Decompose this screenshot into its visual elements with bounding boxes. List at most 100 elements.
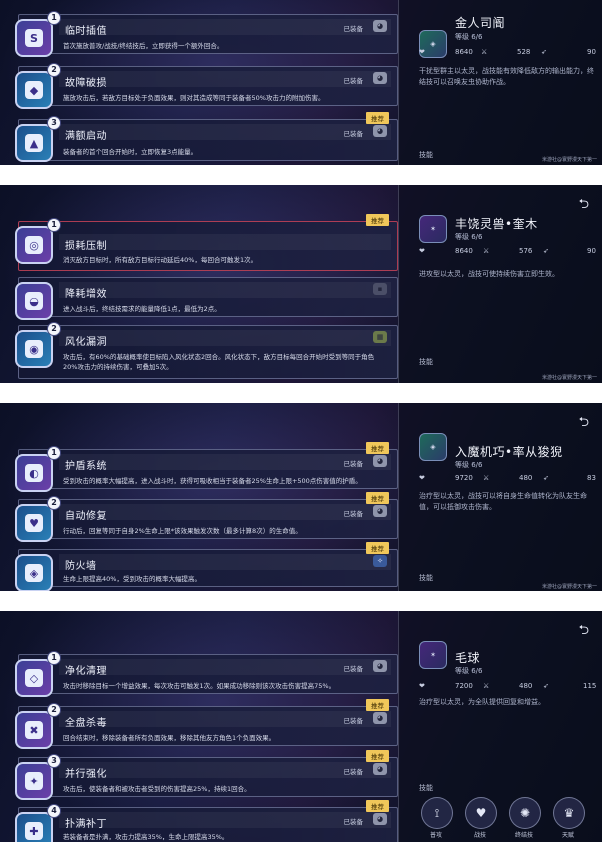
equipped-label: 已装备 xyxy=(343,665,364,673)
stats-row: ❤ 8640 ⚔ 576 ➶ 90 xyxy=(419,247,599,259)
skills-label: 技能 xyxy=(419,574,433,582)
hp-value: 8640 xyxy=(455,247,473,255)
chip-card[interactable]: ◒ 降耗增效 ▪ 进入战斗后，终结技需求的能量降低1点，最低为2点。 xyxy=(15,277,398,320)
atk-value: 480 xyxy=(519,474,533,482)
spirit-level: 等级 6/6 xyxy=(455,667,483,675)
credit-watermark: 米游社@寰野漫天下第一 xyxy=(541,157,597,163)
chip-description: 若装备者是扑满，攻击力提高35%，生命上限提高35%。 xyxy=(63,833,229,841)
chip-icon: ✖ xyxy=(15,711,53,749)
chip-icon: S xyxy=(15,19,53,57)
hp-icon: ❤ xyxy=(419,474,425,482)
chip-list: ◇ 1 净化清理 已装备 ◕ 攻击时移除目标一个增益效果，每次攻击可触发1次。如… xyxy=(6,611,398,842)
profile-panel: ⮌ ✶ 毛球 等级 6/6 ❤ 7200 ⚔ 480 ➶ 115 治疗型以太灵，… xyxy=(398,611,602,842)
equipped-label: 已装备 xyxy=(343,768,364,776)
spirit-level: 等级 6/6 xyxy=(455,461,483,469)
chip-list: ◎ 1 推荐 损耗压制 消灭敌方目标时，所有敌方目标行动延后40%，每回合可触发… xyxy=(6,185,398,383)
chip-card[interactable]: ✦ 3 推荐 并行强化 已装备 ◕ 攻击后，使装备者和被攻击者受到的伤害提高25… xyxy=(15,750,398,800)
spirit-description: 治疗型以太灵，战技可以将自身生命值转化为队友生命值，可以抵御攻击伤害。 xyxy=(419,492,587,511)
beast-icon[interactable]: ✺ xyxy=(509,797,541,829)
equipped-label: 已装备 xyxy=(343,717,364,725)
chip-card[interactable]: ◆ 2 故障破损 已装备 ◕ 施放攻击后，若敌方目标处于负面效果，则对其造成等同… xyxy=(15,63,398,109)
spirit-description: 干扰型群主以太灵，战技能有效降低敌方的输出能力，终结技可以召唤友虫协助作战。 xyxy=(419,67,594,86)
slot-icon: ▪ xyxy=(373,283,387,295)
chip-description: 回合结束时，移除装备者所有负面效果，移除其他友方角色1个负面效果。 xyxy=(63,734,276,742)
recommend-badge: 推荐 xyxy=(366,492,389,504)
skills-label: 技能 xyxy=(419,784,433,792)
claw-icon[interactable]: ⟟ xyxy=(421,797,453,829)
chip-card[interactable]: ◉ 2 风化漏洞 ▦ 攻击后，有60%的基础概率使目标陷入风化状态2回合。风化状… xyxy=(15,322,398,379)
spd-value: 83 xyxy=(587,474,596,482)
hp-value: 7200 xyxy=(455,682,473,690)
back-icon[interactable]: ⮌ xyxy=(579,413,589,435)
chip-title: 全盘杀毒 xyxy=(65,718,107,729)
chip-icon: ◆ xyxy=(15,71,53,109)
recommend-badge: 推荐 xyxy=(366,214,389,226)
slot-icon: ▦ xyxy=(373,331,387,343)
skills-label: 技能 xyxy=(419,358,433,366)
equipped-avatar-icon: ◕ xyxy=(373,763,387,775)
back-icon[interactable]: ⮌ xyxy=(579,621,589,643)
equipped-label: 已装备 xyxy=(343,25,364,33)
chip-title: 临时插值 xyxy=(65,26,107,37)
equipped-avatar-icon: ◕ xyxy=(373,20,387,32)
equipped-label: 已装备 xyxy=(343,818,364,826)
chip-card[interactable]: ◐ 1 推荐 护盾系统 已装备 ◕ 受到攻击的概率大幅提高，进入战斗时，获得可吸… xyxy=(15,442,398,492)
chip-title: 护盾系统 xyxy=(65,461,107,472)
recommend-badge: 推荐 xyxy=(366,800,389,812)
spd-icon: ➶ xyxy=(541,48,547,56)
spd-icon: ➶ xyxy=(543,682,549,690)
chip-description: 装备者的首个回合开始时，立即恢复3点能量。 xyxy=(63,148,198,156)
talent-icon[interactable]: ♛ xyxy=(553,797,585,829)
chip-title: 降耗增效 xyxy=(65,289,107,300)
recommend-badge: 推荐 xyxy=(366,542,389,554)
chip-card[interactable]: ✖ 2 推荐 全盘杀毒 已装备 ◕ 回合结束时，移除装备者所有负面效果，移除其他… xyxy=(15,699,398,749)
spirit-level: 等级 6/6 xyxy=(455,33,483,41)
chip-card[interactable]: ◇ 1 净化清理 已装备 ◕ 攻击时移除目标一个增益效果，每次攻击可触发1次。如… xyxy=(15,651,398,697)
equipped-label: 已装备 xyxy=(343,77,364,85)
stats-row: ❤ 7200 ⚔ 480 ➶ 115 xyxy=(419,682,599,694)
equipped-avatar-icon: ◕ xyxy=(373,712,387,724)
credit-watermark: 米游社@寰野漫天下第一 xyxy=(541,584,597,590)
chip-title: 并行强化 xyxy=(65,769,107,780)
spirit-name: 毛球 xyxy=(455,651,481,665)
chip-description: 攻击后，使装备者和被攻击者受到的伤害提高25%，持续1回合。 xyxy=(63,785,251,793)
atk-icon: ⚔ xyxy=(483,247,490,255)
back-icon[interactable]: ⮌ xyxy=(579,195,589,217)
spd-icon: ➶ xyxy=(543,247,549,255)
spd-value: 90 xyxy=(587,247,596,255)
atk-icon: ⚔ xyxy=(483,474,490,482)
chip-description: 消灭敌方目标时，所有敌方目标行动延后40%，每回合可触发1次。 xyxy=(63,256,258,264)
chip-icon: ◉ xyxy=(15,330,53,368)
chip-title: 满额启动 xyxy=(65,131,107,142)
hp-value: 8640 xyxy=(455,48,473,56)
chip-card[interactable]: ♥ 2 推荐 自动修复 已装备 ◕ 行动后，回复等同于自身2%生命上限*该效果触… xyxy=(15,492,398,542)
aether-spirit-emblem-icon: ✶ xyxy=(419,641,447,669)
screenshot-panel-3: ◐ 1 推荐 护盾系统 已装备 ◕ 受到攻击的概率大幅提高，进入战斗时，获得可吸… xyxy=(0,403,602,591)
recommend-badge: 推荐 xyxy=(366,442,389,454)
chip-title: 损耗压制 xyxy=(65,241,107,252)
skills-label: 技能 xyxy=(419,151,433,159)
equipped-avatar-icon: ◕ xyxy=(373,505,387,517)
chip-description: 攻击后，有60%的基础概率使目标陷入风化状态2回合。风化状态下，敌方目标每回合开… xyxy=(63,353,375,371)
skill-label-talent: 天赋 xyxy=(561,832,574,839)
recommend-badge: 推荐 xyxy=(366,699,389,711)
chip-description: 行动后，回复等同于自身2%生命上限*该效果触发次数（最多计算8次）的生命值。 xyxy=(63,527,302,535)
screenshot-panel-1: S 1 临时插值 已装备 ◕ 首次施放普攻/战技/终结技后，立即获得一个额外回合… xyxy=(0,0,602,165)
atk-icon: ⚔ xyxy=(481,48,488,56)
spirit-description: 治疗型以太灵，为全队提供回复和增益。 xyxy=(419,698,545,706)
chip-card[interactable]: ◈ 推荐 防火墙 ✧ 生命上限提高40%，受到攻击的概率大幅提高。 xyxy=(15,542,398,591)
chip-card[interactable]: S 1 临时插值 已装备 ◕ 首次施放普攻/战技/终结技后，立即获得一个额外回合… xyxy=(15,11,398,57)
chip-card[interactable]: ◎ 1 推荐 损耗压制 消灭敌方目标时，所有敌方目标行动延后40%，每回合可触发… xyxy=(15,214,398,271)
chip-card[interactable]: ✚ 4 推荐 扑满补丁 已装备 ◕ 若装备者是扑满，攻击力提高35%，生命上限提… xyxy=(15,800,398,842)
heart-icon[interactable]: ♥ xyxy=(465,797,497,829)
spd-value: 115 xyxy=(583,682,597,690)
chip-title: 风化漏洞 xyxy=(65,337,107,348)
chip-card[interactable]: ▲ 3 推荐 满额启动 已装备 ◕ 装备者的首个回合开始时，立即恢复3点能量。 xyxy=(15,112,398,162)
chip-icon: ◈ xyxy=(15,554,53,591)
chip-slot-number: 1 xyxy=(47,218,61,232)
chip-description: 首次施放普攻/战技/终结技后，立即获得一个额外回合。 xyxy=(63,42,224,50)
equipped-avatar-icon: ◕ xyxy=(373,813,387,825)
profile-panel: ◈ 金人司阍 等级 6/6 ❤ 8640 ⚔ 528 ➶ 90 干扰型群主以太灵… xyxy=(398,0,602,165)
equipped-label: 已装备 xyxy=(343,130,364,138)
chip-description: 生命上限提高40%，受到攻击的概率大幅提高。 xyxy=(63,575,201,583)
